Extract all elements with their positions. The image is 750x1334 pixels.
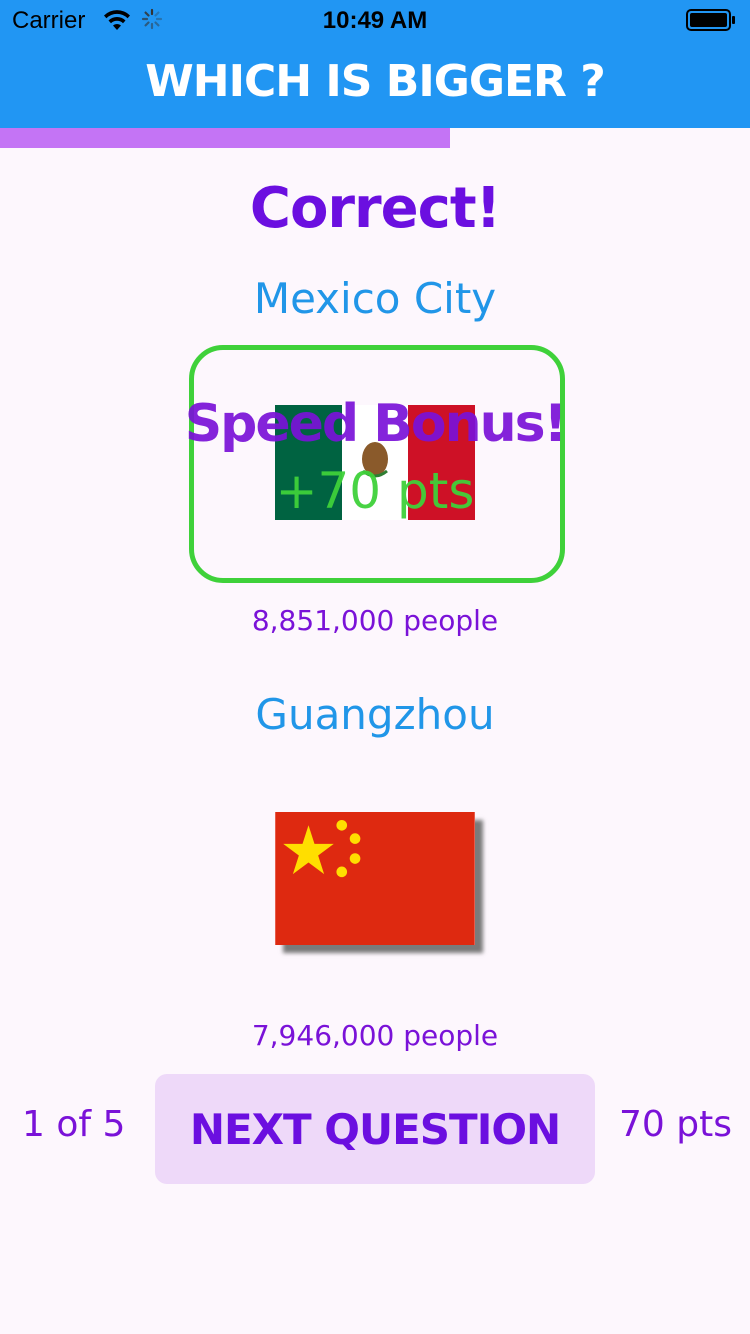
page-title: WHICH IS BIGGER ? <box>145 56 605 107</box>
next-question-button[interactable]: NEXT QUESTION <box>155 1074 595 1184</box>
result-title: Correct! <box>249 176 501 241</box>
city-a-name[interactable]: Mexico City <box>0 274 750 323</box>
china-flag[interactable] <box>275 812 475 945</box>
city-b-population: 7,946,000 people <box>251 1019 499 1052</box>
speed-bonus-label: Speed Bonus! <box>184 394 568 454</box>
bonus-points-label: +70 pts <box>275 462 475 520</box>
city-b-name[interactable]: Guangzhou <box>0 690 750 739</box>
question-counter: 1 of 5 <box>22 1104 126 1145</box>
city-a-population: 8,851,000 people <box>251 604 499 637</box>
nav-bar: WHICH IS BIGGER ? <box>0 40 750 128</box>
progress-bar <box>0 128 450 148</box>
score-label: 70 pts <box>619 1104 732 1145</box>
battery-icon <box>686 9 735 31</box>
status-time: 10:49 AM <box>322 7 428 34</box>
status-bar: Carrier 10:49 AM <box>0 0 750 40</box>
